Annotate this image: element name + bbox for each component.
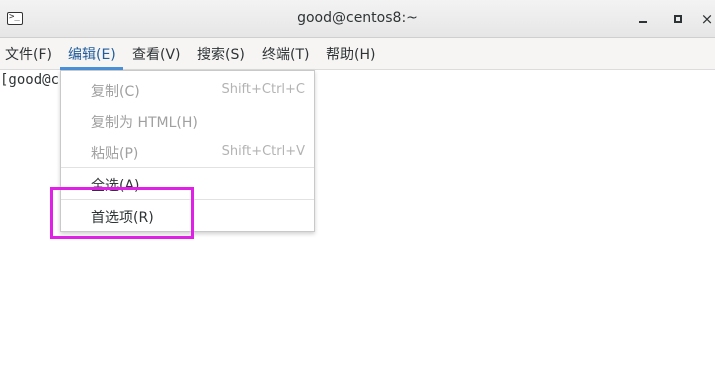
terminal-output[interactable]: [good@c — [0, 72, 59, 88]
menu-file[interactable]: 文件(F) — [5, 38, 52, 70]
menu-item-label: 复制为 HTML(H) — [91, 115, 198, 131]
maximize-button[interactable] — [668, 9, 688, 29]
minimize-button[interactable] — [633, 9, 653, 29]
title-bar[interactable]: >_ good@centos8:~ × — [0, 0, 715, 38]
menu-item-label: 首选项(R) — [91, 210, 154, 226]
close-button[interactable]: × — [697, 9, 715, 29]
menu-view[interactable]: 查看(V) — [132, 38, 181, 70]
minimize-icon — [639, 21, 647, 23]
menu-item-label: 粘贴(P) — [91, 146, 139, 162]
menu-item-label: 复制(C) — [91, 84, 140, 100]
menu-item-copy-html[interactable]: 复制为 HTML(H) — [61, 104, 314, 135]
terminal-window: >_ good@centos8:~ × 文件(F) 编辑(E) 查看(V) 搜索… — [0, 0, 715, 379]
edit-menu-dropdown: 复制(C) Shift+Ctrl+C 复制为 HTML(H) 粘贴(P) Shi… — [60, 70, 315, 232]
menu-item-copy[interactable]: 复制(C) Shift+Ctrl+C — [61, 73, 314, 104]
maximize-icon — [674, 15, 682, 23]
menu-item-select-all[interactable]: 全选(A) — [61, 167, 314, 198]
menu-edit[interactable]: 编辑(E) — [68, 38, 116, 70]
menu-item-preferences[interactable]: 首选项(R) — [61, 199, 314, 230]
window-title: good@centos8:~ — [297, 10, 418, 26]
menu-item-shortcut: Shift+Ctrl+C — [221, 82, 305, 97]
menu-terminal[interactable]: 终端(T) — [262, 38, 309, 70]
menu-help[interactable]: 帮助(H) — [326, 38, 375, 70]
menu-search[interactable]: 搜索(S) — [197, 38, 245, 70]
menu-item-label: 全选(A) — [91, 178, 140, 194]
menu-item-shortcut: Shift+Ctrl+V — [221, 144, 305, 159]
menu-bar: 文件(F) 编辑(E) 查看(V) 搜索(S) 终端(T) 帮助(H) — [0, 38, 715, 70]
close-icon: × — [700, 10, 714, 28]
menu-item-paste[interactable]: 粘贴(P) Shift+Ctrl+V — [61, 135, 314, 166]
